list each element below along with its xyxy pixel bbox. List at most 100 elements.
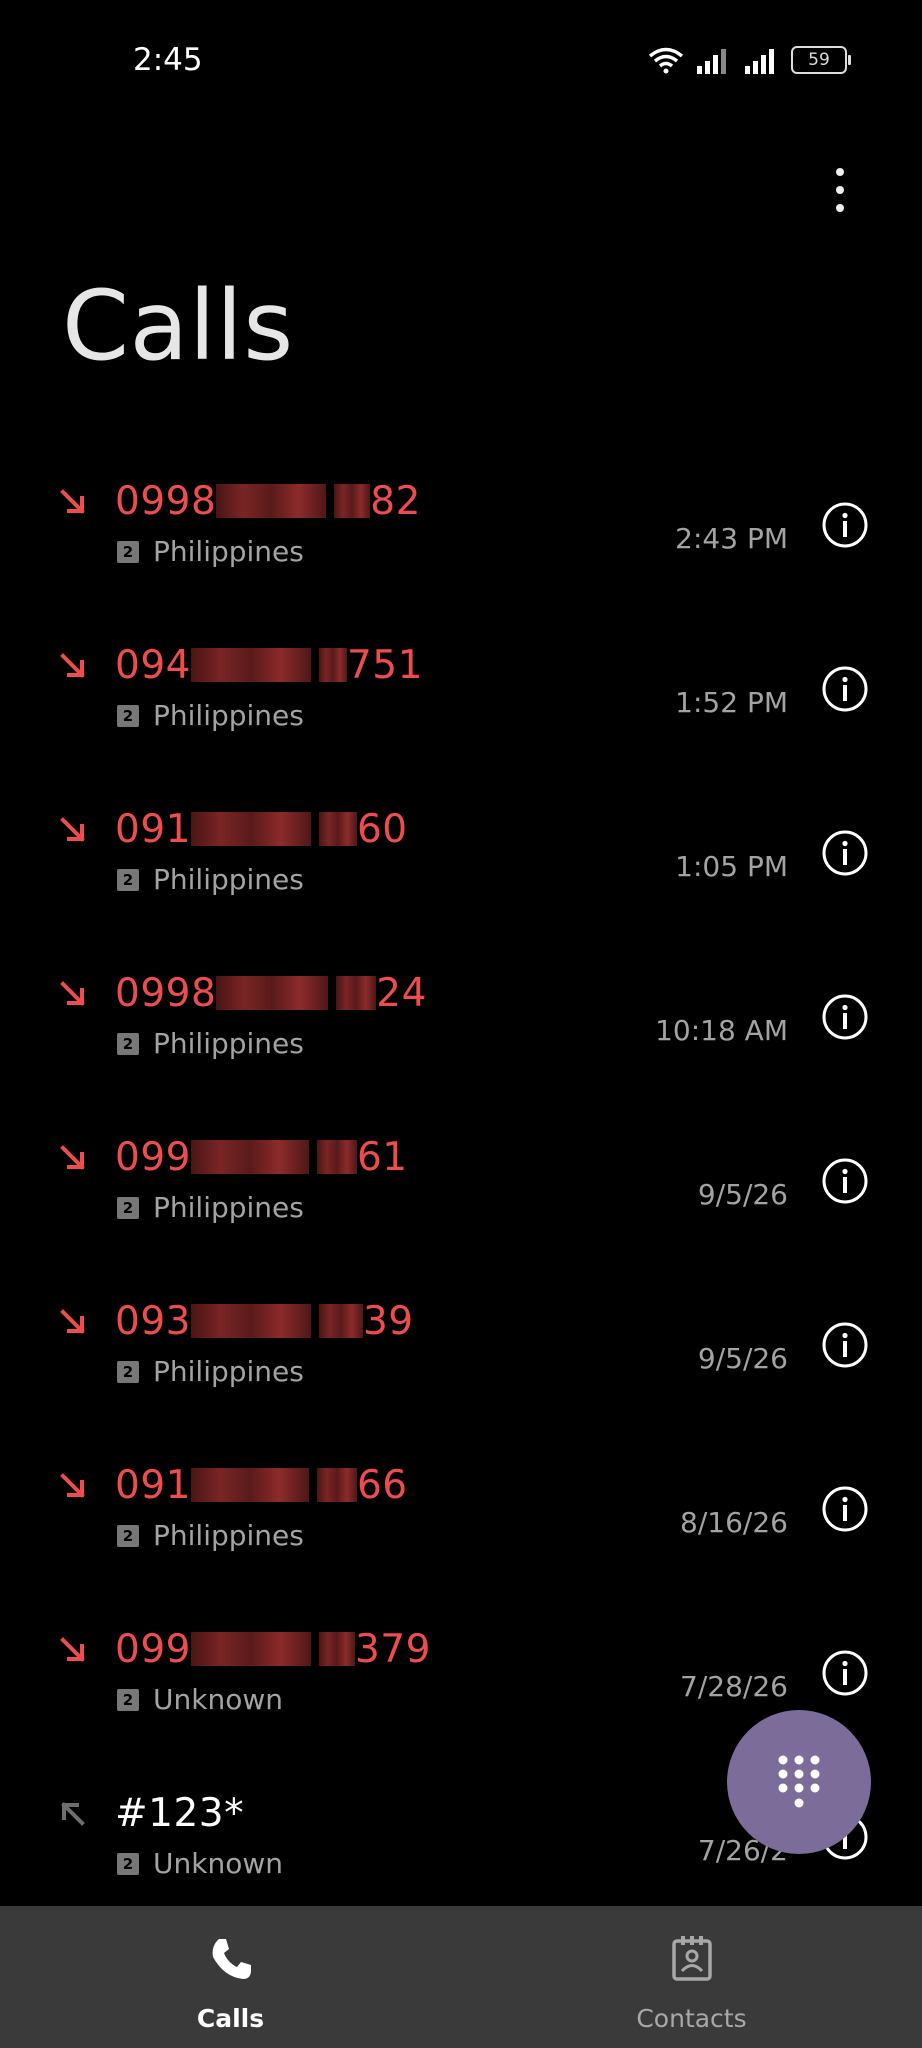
call-number-prefix: 093 xyxy=(115,1299,191,1344)
call-meta: 2 Philippines xyxy=(117,1355,304,1388)
missed-call-arrow-icon xyxy=(60,981,85,1006)
call-location: Philippines xyxy=(153,1519,304,1552)
sim-badge: 2 xyxy=(117,1524,139,1547)
call-row[interactable]: 091 60 2 Philippines 1:05 PM xyxy=(0,787,922,951)
call-time: 9/5/26 xyxy=(697,1178,788,1211)
redacted-digits xyxy=(316,1140,357,1174)
call-row[interactable]: 094 751 2 Philippines 1:52 PM xyxy=(0,623,922,787)
call-number: 0998 82 xyxy=(115,479,421,524)
call-meta: 2 Philippines xyxy=(117,1191,304,1224)
info-icon[interactable] xyxy=(821,1321,869,1369)
redacted-digits xyxy=(216,976,329,1010)
call-number-suffix: 751 xyxy=(346,643,423,688)
call-row[interactable]: 093 39 2 Philippines 9/5/26 xyxy=(0,1279,922,1443)
call-location: Philippines xyxy=(153,863,304,896)
bottom-nav: Calls Contacts xyxy=(0,1906,922,2048)
call-number-prefix: 0998 xyxy=(115,971,217,1016)
nav-tab-calls-label: Calls xyxy=(196,2004,265,2033)
sim-badge: 2 xyxy=(117,704,139,727)
call-location: Philippines xyxy=(153,1355,304,1388)
more-vertical-icon xyxy=(836,168,844,176)
redacted-digits xyxy=(318,812,357,846)
dialpad-button[interactable] xyxy=(727,1710,871,1854)
call-row[interactable]: 091 66 2 Philippines 8/16/26 xyxy=(0,1443,922,1607)
info-icon[interactable] xyxy=(821,1649,869,1697)
call-number-suffix: 39 xyxy=(362,1299,414,1344)
call-row[interactable]: 0998 24 2 Philippines 10:18 AM xyxy=(0,951,922,1115)
call-location: Philippines xyxy=(153,1191,304,1224)
missed-call-arrow-icon xyxy=(60,653,85,678)
contacts-book-icon xyxy=(671,1936,712,1981)
status-icons: 59 xyxy=(647,46,851,74)
missed-call-arrow-icon xyxy=(60,1637,85,1662)
sim-badge: 2 xyxy=(117,1852,139,1875)
sim-badge: 2 xyxy=(117,1032,139,1055)
call-number-suffix: 379 xyxy=(354,1627,431,1672)
info-icon[interactable] xyxy=(821,993,869,1041)
call-meta: 2 Unknown xyxy=(117,1683,283,1716)
more-options-button[interactable] xyxy=(820,160,860,220)
missed-call-arrow-icon xyxy=(60,1309,85,1334)
call-time: 10:18 AM xyxy=(655,1014,788,1047)
redacted-digits xyxy=(190,812,311,846)
nav-tab-calls[interactable]: Calls xyxy=(0,1906,461,2048)
sim-badge: 2 xyxy=(117,868,139,891)
signal-icon xyxy=(697,49,726,74)
call-number-suffix: 60 xyxy=(356,807,408,852)
call-number: 099 379 xyxy=(115,1627,431,1672)
missed-call-arrow-icon xyxy=(60,1145,85,1170)
sim-badge: 2 xyxy=(117,540,139,563)
call-number-prefix: 099 xyxy=(115,1135,191,1180)
signal-icon xyxy=(745,49,774,74)
call-number: 099 61 xyxy=(115,1135,408,1180)
call-time: 1:52 PM xyxy=(675,686,788,719)
redacted-digits xyxy=(336,976,377,1010)
missed-call-arrow-icon xyxy=(60,817,85,842)
info-icon[interactable] xyxy=(821,665,869,713)
info-icon[interactable] xyxy=(821,501,869,549)
redacted-digits xyxy=(190,1632,311,1666)
call-number-prefix: 099 xyxy=(115,1627,191,1672)
call-number-suffix: 66 xyxy=(356,1463,408,1508)
dialpad-icon xyxy=(778,1755,820,1808)
call-time: 2:43 PM xyxy=(675,522,788,555)
missed-call-arrow-icon xyxy=(60,1473,85,1498)
call-time: 7/28/26 xyxy=(680,1670,788,1703)
redacted-digits xyxy=(190,648,311,682)
call-row[interactable]: 0998 82 2 Philippines 2:43 PM xyxy=(0,459,922,623)
sim-badge: 2 xyxy=(117,1196,139,1219)
call-location: Unknown xyxy=(153,1683,283,1716)
status-bar: 2:45 59 xyxy=(0,0,922,120)
call-location: Philippines xyxy=(153,1027,304,1060)
call-meta: 2 Unknown xyxy=(117,1847,283,1880)
redacted-digits xyxy=(190,1304,311,1338)
info-icon[interactable] xyxy=(821,829,869,877)
wifi-icon xyxy=(648,47,684,74)
call-number: 091 60 xyxy=(115,807,408,852)
call-number-prefix: 0998 xyxy=(115,479,217,524)
call-location: Unknown xyxy=(153,1847,283,1880)
outgoing-call-arrow-icon xyxy=(61,1802,85,1826)
call-number-prefix: 091 xyxy=(115,1463,191,1508)
call-number: #123* xyxy=(115,1791,244,1836)
call-number: 0998 24 xyxy=(115,971,427,1016)
call-time: 8/16/26 xyxy=(680,1506,788,1539)
sim-badge: 2 xyxy=(117,1688,139,1711)
status-time: 2:45 xyxy=(133,42,203,78)
call-location: Philippines xyxy=(153,699,304,732)
info-icon[interactable] xyxy=(821,1157,869,1205)
call-meta: 2 Philippines xyxy=(117,699,304,732)
call-meta: 2 Philippines xyxy=(117,1519,304,1552)
redacted-digits xyxy=(318,1632,355,1666)
redacted-digits xyxy=(190,1468,309,1502)
redacted-digits xyxy=(316,1468,357,1502)
page-title: Calls xyxy=(62,270,294,382)
nav-tab-contacts[interactable]: Contacts xyxy=(461,1906,922,2048)
call-number-prefix: #123* xyxy=(115,1791,245,1836)
call-time: 9/5/26 xyxy=(697,1342,788,1375)
call-meta: 2 Philippines xyxy=(117,1027,304,1060)
info-icon[interactable] xyxy=(821,1485,869,1533)
call-time: 1:05 PM xyxy=(675,850,788,883)
call-row[interactable]: 099 61 2 Philippines 9/5/26 xyxy=(0,1115,922,1279)
call-meta: 2 Philippines xyxy=(117,863,304,896)
